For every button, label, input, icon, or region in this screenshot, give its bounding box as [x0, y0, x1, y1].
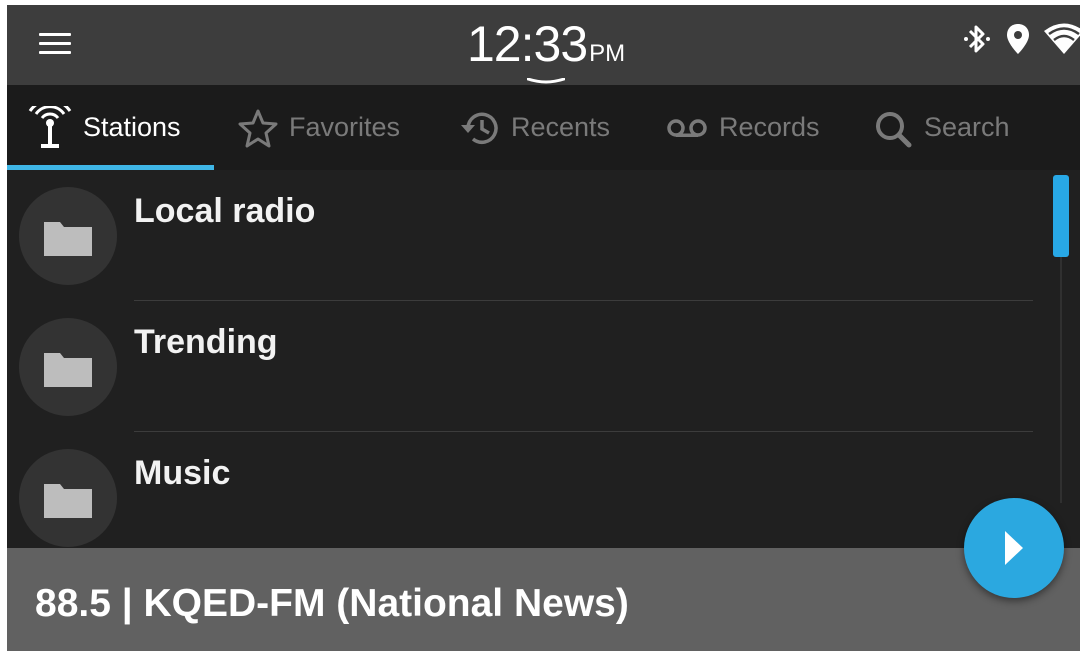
tab-favorites[interactable]: Favorites: [237, 85, 400, 170]
clock-time: 12:33: [467, 16, 588, 72]
folder-avatar: [19, 449, 117, 547]
tab-label: Recents: [511, 112, 611, 142]
now-playing-station: 88.5 | KQED-FM (National News): [35, 582, 629, 625]
list-item-local-radio[interactable]: Local radio: [7, 170, 1047, 301]
menu-icon[interactable]: [37, 29, 73, 59]
folder-avatar: [19, 187, 117, 285]
list-item-label: Local radio: [134, 192, 316, 230]
location-icon: [1007, 24, 1029, 54]
status-icons: [962, 19, 1080, 59]
voicemail-icon: [667, 118, 707, 137]
list-item-label: Music: [134, 454, 231, 492]
bluetooth-icon: [964, 25, 990, 53]
tab-recents[interactable]: Recents: [459, 85, 610, 170]
list-item-trending[interactable]: Trending: [7, 301, 1047, 432]
tab-bar: Stations Favorites Recents Records Searc…: [7, 85, 1080, 170]
tab-label: Favorites: [289, 112, 401, 142]
folder-icon: [44, 353, 92, 387]
play-icon: [1005, 531, 1023, 565]
radio-app-screen: 12:33 PM Stations Favorites Recents Reco…: [7, 5, 1080, 651]
clock: 12:33 PM: [467, 15, 625, 73]
search-icon: [876, 111, 912, 147]
list-item-music[interactable]: Music: [7, 432, 1047, 563]
tab-label: Search: [924, 112, 1010, 142]
tab-stations[interactable]: Stations: [27, 85, 181, 170]
clock-ampm: PM: [589, 40, 626, 67]
scrollbar-thumb[interactable]: [1053, 175, 1069, 257]
station-category-list: Local radio Trending Music: [7, 170, 1080, 550]
folder-icon: [44, 484, 92, 518]
status-bar: 12:33 PM: [7, 5, 1080, 85]
pull-down-handle-icon[interactable]: [527, 78, 565, 84]
wifi-icon: [1044, 23, 1080, 54]
antenna-icon: [28, 105, 72, 148]
folder-avatar: [19, 318, 117, 416]
tab-label: Stations: [83, 112, 181, 142]
tab-label: Records: [719, 112, 820, 142]
now-playing-bar[interactable]: 88.5 | KQED-FM (National News): [7, 548, 1080, 651]
history-icon: [461, 112, 498, 144]
tab-search[interactable]: Search: [872, 85, 1010, 170]
list-item-label: Trending: [134, 323, 278, 361]
tab-records[interactable]: Records: [665, 85, 820, 170]
star-icon: [238, 109, 278, 147]
folder-icon: [44, 222, 92, 256]
play-button[interactable]: [964, 498, 1064, 598]
